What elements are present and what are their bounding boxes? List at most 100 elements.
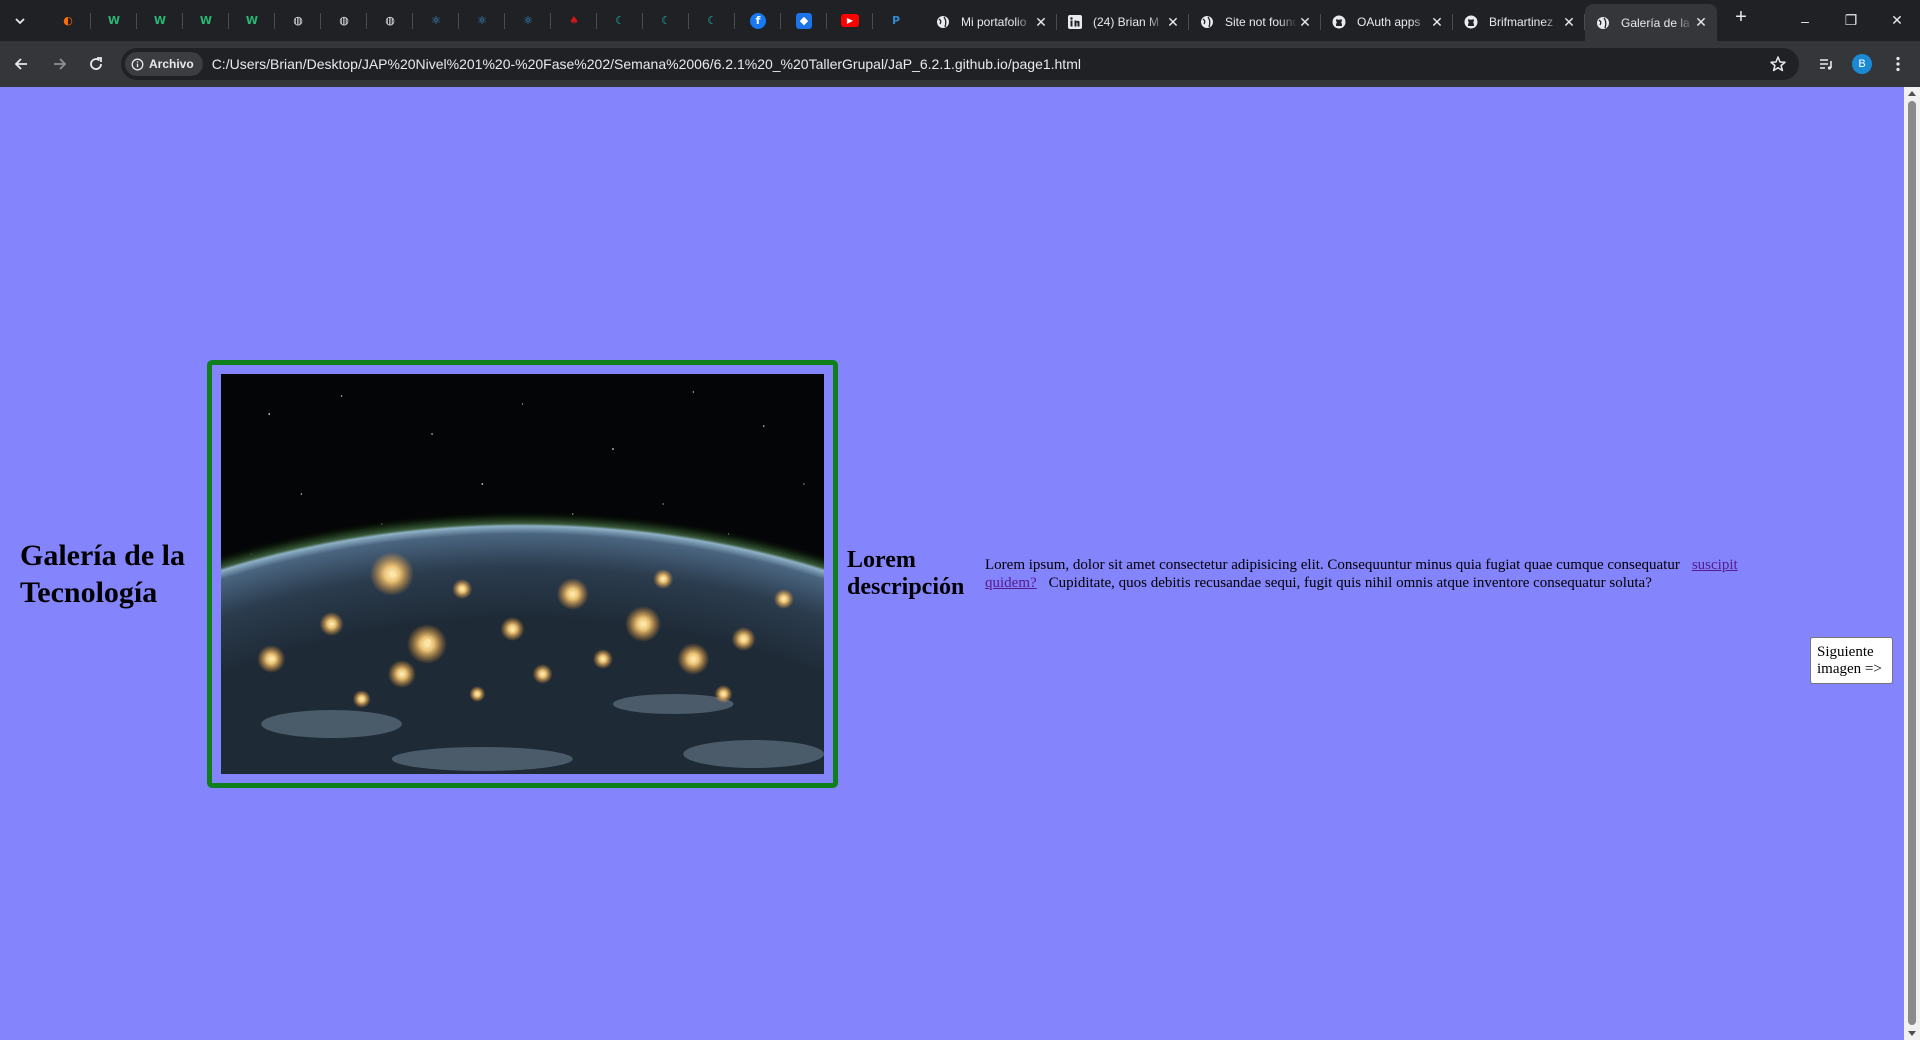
open-tabs: Mi portafolio ✕ (24) Brian M ✕ Site not foun… bbox=[925, 0, 1717, 41]
github-icon bbox=[1331, 14, 1347, 30]
forward-button[interactable] bbox=[44, 49, 74, 79]
browser-tab[interactable]: Brifmartinez ✕ bbox=[1453, 5, 1585, 39]
tab-close-icon[interactable]: ✕ bbox=[1165, 14, 1181, 30]
crescent-icon: ☾ bbox=[661, 14, 671, 27]
linkedin-icon bbox=[1067, 14, 1083, 30]
tab-close-icon[interactable]: ✕ bbox=[1297, 14, 1313, 30]
tab-title: Brifmartinez bbox=[1489, 15, 1554, 29]
restore-button[interactable]: ❐ bbox=[1828, 0, 1874, 41]
tab-title: OAuth apps bbox=[1357, 15, 1421, 29]
info-icon bbox=[131, 58, 144, 71]
browser-tab[interactable]: Galería de la Tecnología✕ bbox=[1585, 4, 1717, 41]
reload-button[interactable] bbox=[81, 49, 111, 79]
browser-tab[interactable]: Site not found ✕ bbox=[1189, 5, 1321, 39]
browser-toolbar: Archivo C:/Users/Brian/Desktop/JAP%20Niv… bbox=[0, 41, 1920, 87]
tab-close-icon[interactable]: ✕ bbox=[1561, 14, 1577, 30]
globe-icon bbox=[935, 14, 951, 30]
tab-title: Mi portafolio bbox=[961, 15, 1027, 29]
pinned-tab[interactable]: ◐ bbox=[45, 0, 91, 41]
pinned-tab[interactable]: ◍ bbox=[367, 0, 413, 41]
globe-icon bbox=[1595, 15, 1611, 31]
next-image-button[interactable]: Siguiente imagen => bbox=[1810, 637, 1893, 684]
pinned-tab[interactable]: ▶ bbox=[827, 0, 873, 41]
pinned-tabs: ◐ W W W W ◍ ◍ ◍ ⚛ ⚛ ⚛ ♠ ☾ ☾ ☾ f ◆ ▶ P bbox=[45, 0, 919, 41]
media-controls-button[interactable] bbox=[1808, 46, 1844, 82]
crescent-icon: ☾ bbox=[615, 14, 625, 27]
w-logo-icon: W bbox=[199, 14, 213, 27]
reload-icon bbox=[90, 57, 102, 70]
description-text: Lorem ipsum, dolor sit amet consectetur … bbox=[985, 360, 1790, 788]
w-logo-icon: W bbox=[245, 14, 259, 27]
pinned-tab[interactable]: P bbox=[873, 0, 919, 41]
pinned-tab[interactable]: W bbox=[91, 0, 137, 41]
pinned-tab[interactable]: ◍ bbox=[321, 0, 367, 41]
pinned-tab[interactable]: ◍ bbox=[275, 0, 321, 41]
bookmark-star-icon[interactable] bbox=[1769, 55, 1787, 73]
url-text[interactable]: C:/Users/Brian/Desktop/JAP%20Nivel%201%2… bbox=[212, 56, 1081, 72]
security-chip-label: Archivo bbox=[149, 57, 194, 71]
earth-at-night-image bbox=[221, 374, 824, 774]
browser-tabstrip: ◐ W W W W ◍ ◍ ◍ ⚛ ⚛ ⚛ ♠ ☾ ☾ ☾ f ◆ ▶ P Mi portafolio ✕ (24) B… bbox=[0, 0, 1920, 41]
description-title: Lorem descripción bbox=[847, 547, 965, 600]
arrow-right-icon bbox=[54, 58, 67, 70]
pinned-tab[interactable]: f bbox=[735, 0, 781, 41]
pinned-tab[interactable]: ⚛ bbox=[413, 0, 459, 41]
pinned-tab[interactable]: ♠ bbox=[551, 0, 597, 41]
new-tab-button[interactable]: + bbox=[1727, 4, 1755, 32]
gallery-image-frame bbox=[207, 360, 838, 788]
vertical-scrollbar[interactable] bbox=[1904, 87, 1920, 1040]
react-icon: ⚛ bbox=[477, 14, 487, 27]
pinned-tab[interactable]: ⚛ bbox=[459, 0, 505, 41]
close-window-button[interactable]: ✕ bbox=[1874, 0, 1920, 41]
crescent-icon: ☾ bbox=[707, 14, 717, 27]
scroll-thumb[interactable] bbox=[1908, 101, 1916, 1025]
tab-close-icon[interactable]: ✕ bbox=[1693, 14, 1709, 31]
github-icon bbox=[1463, 14, 1479, 30]
pinned-tab[interactable]: W bbox=[229, 0, 275, 41]
dropbox-icon: ◆ bbox=[796, 12, 812, 29]
globe-icon: ◍ bbox=[293, 14, 303, 27]
window-controls: – ❐ ✕ bbox=[1782, 0, 1920, 41]
description-paragraph: Lorem ipsum, dolor sit amet consectetur … bbox=[985, 556, 1790, 592]
profile-button[interactable]: B bbox=[1844, 46, 1880, 82]
tab-close-icon[interactable]: ✕ bbox=[1033, 14, 1049, 30]
react-icon: ⚛ bbox=[523, 14, 533, 27]
tab-title: Site not found bbox=[1225, 15, 1297, 29]
tab-search-chevron-icon[interactable] bbox=[7, 8, 33, 34]
browser-tab[interactable]: (24) Brian M ✕ bbox=[1057, 5, 1189, 39]
globe-icon: ◍ bbox=[339, 14, 349, 27]
playlist-icon bbox=[1820, 59, 1832, 70]
pinned-tab[interactable]: ☾ bbox=[597, 0, 643, 41]
description-text-after: Cupiditate, quos debitis recusandae sequ… bbox=[1048, 575, 1652, 591]
avatar: B bbox=[1852, 54, 1872, 74]
minimize-button[interactable]: – bbox=[1782, 0, 1828, 41]
tab-title: Galería de la Tecnología bbox=[1621, 15, 1693, 30]
menu-button[interactable] bbox=[1880, 46, 1916, 82]
tab-close-icon[interactable]: ✕ bbox=[1429, 14, 1445, 30]
w-logo-icon: W bbox=[107, 14, 121, 27]
tab-title: (24) Brian M bbox=[1093, 15, 1160, 29]
back-button[interactable] bbox=[7, 49, 37, 79]
toolbar-right: B bbox=[1808, 41, 1920, 87]
paypal-icon: P bbox=[891, 14, 901, 27]
browser-tab[interactable]: OAuth apps ✕ bbox=[1321, 5, 1453, 39]
page-viewport: Galería de la Tecnología Lorem descripci… bbox=[0, 87, 1904, 1040]
pinned-tab[interactable]: ◆ bbox=[781, 0, 827, 41]
address-bar[interactable]: Archivo C:/Users/Brian/Desktop/JAP%20Niv… bbox=[121, 48, 1799, 80]
w-logo-icon: W bbox=[153, 14, 167, 27]
scroll-up-arrow-icon[interactable] bbox=[1908, 91, 1916, 96]
pinned-tab[interactable]: W bbox=[137, 0, 183, 41]
page-title: Galería de la Tecnología bbox=[20, 539, 185, 609]
site-info-chip[interactable]: Archivo bbox=[125, 52, 203, 76]
pinned-tab[interactable]: ⚛ bbox=[505, 0, 551, 41]
flame-icon: ◐ bbox=[63, 14, 73, 27]
kebab-menu-icon bbox=[1896, 56, 1900, 72]
browser-tab[interactable]: Mi portafolio ✕ bbox=[925, 5, 1057, 39]
pinned-tab[interactable]: W bbox=[183, 0, 229, 41]
facebook-icon: f bbox=[750, 12, 766, 29]
red-leaf-icon: ♠ bbox=[569, 14, 579, 27]
youtube-icon: ▶ bbox=[841, 14, 859, 27]
scroll-down-arrow-icon[interactable] bbox=[1908, 1031, 1916, 1036]
pinned-tab[interactable]: ☾ bbox=[689, 0, 735, 41]
pinned-tab[interactable]: ☾ bbox=[643, 0, 689, 41]
